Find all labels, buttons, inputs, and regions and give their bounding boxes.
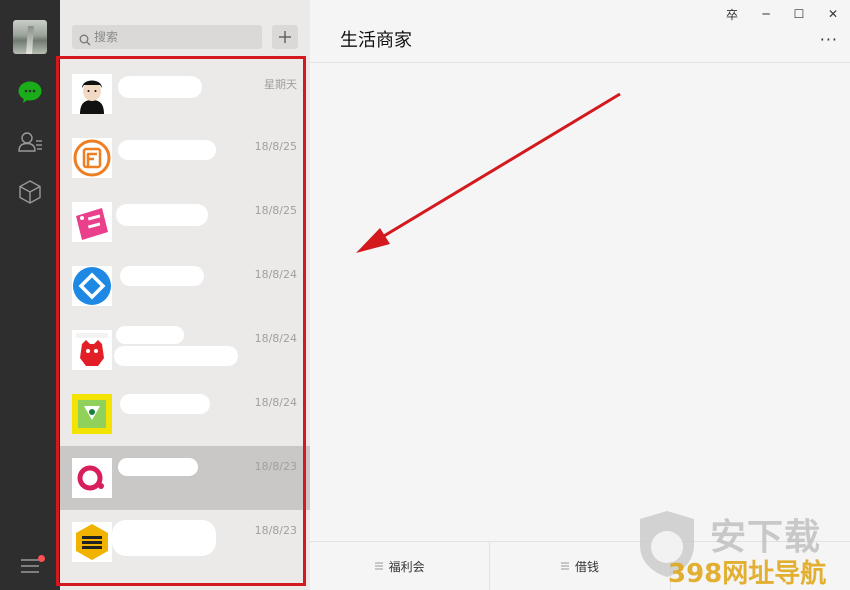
chat-time: 18/8/25 bbox=[254, 204, 297, 217]
contact-avatar bbox=[72, 458, 112, 498]
search-box[interactable] bbox=[72, 25, 262, 49]
redacted-name bbox=[118, 140, 216, 160]
minimize-button[interactable]: ─ bbox=[756, 6, 776, 22]
redacted-name bbox=[118, 76, 202, 98]
contact-avatar bbox=[72, 522, 112, 562]
contact-avatar bbox=[72, 138, 112, 178]
chat-item[interactable]: 星期天 bbox=[60, 62, 310, 126]
close-button[interactable]: ✕ bbox=[823, 6, 843, 22]
contact-avatar bbox=[72, 266, 112, 306]
chat-time: 18/8/23 bbox=[254, 460, 297, 473]
chat-item[interactable]: 18/8/25 bbox=[60, 126, 310, 190]
redacted-name bbox=[120, 266, 204, 286]
collections-icon[interactable] bbox=[14, 176, 46, 208]
chat-icon[interactable] bbox=[14, 76, 46, 108]
chat-list-panel: 星期天 18/8/25 bbox=[60, 0, 310, 590]
chat-item[interactable]: 18/8/24 bbox=[60, 318, 310, 382]
chat-item[interactable]: 18/8/25 bbox=[60, 190, 310, 254]
chat-time: 18/8/24 bbox=[254, 332, 297, 345]
contacts-icon[interactable] bbox=[14, 126, 46, 158]
menu-item-jieqian[interactable]: 借钱 bbox=[490, 542, 671, 590]
chat-list: 星期天 18/8/25 18/8/25 18/8/24 18/8/24 18/8… bbox=[60, 62, 310, 574]
menu-item-label: 福利会 bbox=[388, 559, 425, 574]
menu-item-third[interactable] bbox=[671, 542, 850, 590]
redacted-name bbox=[116, 204, 208, 226]
redacted-name bbox=[120, 394, 210, 414]
chat-title: 生活商家 bbox=[340, 30, 412, 51]
annotation-arrow bbox=[356, 92, 621, 253]
pin-icon[interactable]: 卒 bbox=[722, 6, 742, 22]
chat-time: 18/8/24 bbox=[254, 396, 297, 409]
chat-item-selected[interactable]: 18/8/23 bbox=[60, 446, 310, 510]
header-divider bbox=[310, 62, 850, 63]
user-avatar[interactable] bbox=[13, 20, 47, 54]
nav-rail bbox=[0, 0, 60, 590]
service-menu-bar: 福利会 借钱 bbox=[310, 541, 850, 590]
add-chat-button[interactable] bbox=[272, 25, 298, 49]
maximize-button[interactable]: ☐ bbox=[789, 6, 809, 22]
notification-dot bbox=[38, 555, 45, 562]
menu-item-fulihui[interactable]: 福利会 bbox=[310, 542, 491, 590]
redacted-name bbox=[118, 458, 198, 476]
chat-time: 18/8/23 bbox=[254, 524, 297, 537]
chat-item[interactable]: 18/8/23 bbox=[60, 510, 310, 574]
search-input[interactable] bbox=[94, 28, 254, 46]
redacted-name bbox=[112, 520, 216, 556]
search-icon bbox=[79, 31, 91, 50]
redacted-preview bbox=[114, 346, 238, 366]
contact-avatar bbox=[72, 74, 112, 114]
chat-time: 18/8/24 bbox=[254, 268, 297, 281]
more-options-button[interactable]: ··· bbox=[820, 30, 838, 49]
menu-item-label: 借钱 bbox=[574, 559, 599, 574]
redacted-name bbox=[116, 326, 184, 344]
chat-time: 星期天 bbox=[264, 78, 297, 91]
contact-avatar bbox=[72, 394, 112, 434]
chat-item[interactable]: 18/8/24 bbox=[60, 382, 310, 446]
chat-item[interactable]: 18/8/24 bbox=[60, 254, 310, 318]
contact-avatar bbox=[72, 202, 112, 242]
chat-time: 18/8/25 bbox=[254, 140, 297, 153]
contact-avatar bbox=[72, 330, 112, 370]
